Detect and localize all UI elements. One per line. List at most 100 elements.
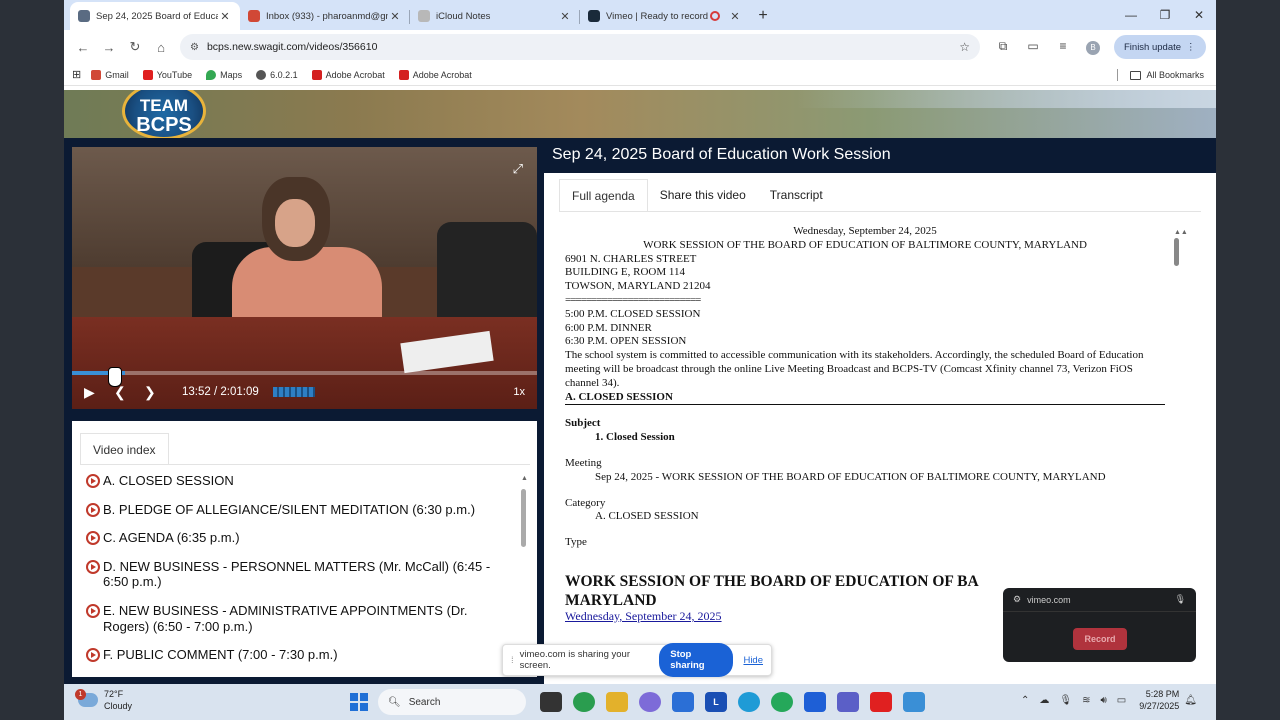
scrollbar-thumb[interactable] xyxy=(521,489,526,547)
video-time: 13:52 / 2:01:09 xyxy=(182,386,259,398)
volume-icon[interactable]: 🔊︎ xyxy=(1100,695,1106,706)
forward-arrow-icon[interactable]: → xyxy=(96,34,122,60)
agenda-rule: ========================== xyxy=(565,293,701,306)
cast-icon[interactable]: ▭ xyxy=(1018,39,1048,55)
bookmark-adobe-acrobat[interactable]: Adobe Acrobat xyxy=(311,69,385,80)
divider xyxy=(559,211,1201,212)
team-bcps-logo[interactable]: TEAM BCPS xyxy=(122,90,206,138)
recording-icon xyxy=(710,11,720,21)
tab-vimeo[interactable]: Vimeo | Ready to record ✕ xyxy=(580,2,750,30)
address-bar[interactable]: ⚙ bcps.new.swagit.com/videos/356610 ☆ xyxy=(180,34,980,60)
home-icon[interactable]: ⌂ xyxy=(148,34,174,60)
minimize-icon[interactable]: — xyxy=(1114,0,1148,30)
whatsapp-icon[interactable] xyxy=(771,692,793,712)
tab-board-of-education[interactable]: Sep 24, 2025 Board of Educatio ✕ xyxy=(70,2,240,30)
video-index-label: F. PUBLIC COMMENT (7:00 - 7:30 p.m.) xyxy=(103,647,338,663)
playback-speed-button[interactable]: 1x xyxy=(513,386,525,398)
agenda-section-heading: A. CLOSED SESSION xyxy=(565,391,1165,406)
taskbar-search[interactable]: 🔍︎ Search xyxy=(378,689,526,715)
scrollbar-thumb[interactable] xyxy=(1174,238,1179,266)
onedrive-icon[interactable]: ☁ xyxy=(1039,695,1049,706)
weather-widget[interactable]: 1 72°F Cloudy xyxy=(75,688,132,712)
apps-grid-icon[interactable]: ⊞ xyxy=(72,68,81,81)
skip-forward-icon[interactable]: ❯ xyxy=(144,384,174,401)
bookmark-star-icon[interactable]: ☆ xyxy=(959,40,970,54)
all-bookmarks-button[interactable]: All Bookmarks xyxy=(1117,69,1204,81)
video-player[interactable]: ⤢ ▶ ❮ ❯ 13:52 / 2:01:09 1x xyxy=(72,147,537,409)
bookmark-gmail[interactable]: Gmail xyxy=(91,69,129,80)
stop-sharing-button[interactable]: Stop sharing xyxy=(659,643,734,677)
tab-video-index[interactable]: Video index xyxy=(80,433,169,465)
site-info-icon[interactable]: ⚙ xyxy=(190,42,199,53)
hide-link[interactable]: Hide xyxy=(743,655,763,666)
file-explorer-icon[interactable] xyxy=(606,692,628,712)
chrome-icon[interactable] xyxy=(573,692,595,712)
bookmark-version[interactable]: 6.0.2.1 xyxy=(256,69,298,80)
task-view-icon[interactable] xyxy=(540,692,562,712)
dropbox-icon[interactable] xyxy=(804,692,826,712)
acrobat-icon xyxy=(311,69,322,80)
meeting-value: Sep 24, 2025 - WORK SESSION OF THE BOARD… xyxy=(595,470,1106,483)
battery-icon[interactable]: ▭ xyxy=(1117,695,1126,706)
gmail-icon xyxy=(91,69,102,80)
taskbar-clock[interactable]: 5:28 PM 9/27/2025 xyxy=(1139,688,1179,712)
new-tab-button[interactable]: + xyxy=(750,2,776,30)
close-icon[interactable]: ✕ xyxy=(558,10,572,23)
video-index-item[interactable]: D. NEW BUSINESS - PERSONNEL MATTERS (Mr.… xyxy=(86,559,516,590)
scroll-up-icon[interactable]: ▲ xyxy=(521,475,528,482)
scroll-up-icon[interactable]: ▲▲ xyxy=(1174,229,1188,236)
system-tray: ⌃ ☁ 🎙 ≋ 🔊︎ ▭ 5:28 PM 9/27/2025 🔔︎ xyxy=(1016,688,1202,712)
fullscreen-icon[interactable]: ⤢ xyxy=(513,161,523,177)
tab-icloud-notes[interactable]: iCloud Notes ✕ xyxy=(410,2,580,30)
video-index-item[interactable]: E. NEW BUSINESS - ADMINISTRATIVE APPOINT… xyxy=(86,603,516,634)
all-bookmarks-label: All Bookmarks xyxy=(1146,70,1204,80)
wifi-icon[interactable]: ≋ xyxy=(1082,695,1090,706)
close-window-icon[interactable]: ✕ xyxy=(1182,0,1216,30)
close-icon[interactable]: ✕ xyxy=(728,10,742,23)
reading-list-icon[interactable]: ≡ xyxy=(1048,39,1078,55)
reload-icon[interactable]: ↻ xyxy=(122,34,148,60)
bookmark-maps[interactable]: Maps xyxy=(206,69,242,80)
back-arrow-icon[interactable]: ← xyxy=(70,34,96,60)
youtube-icon[interactable] xyxy=(870,692,892,712)
site-settings-icon: ⚙ xyxy=(1013,594,1022,604)
drag-handle-icon[interactable]: ⁞ xyxy=(511,655,514,666)
profile-avatar[interactable]: B xyxy=(1078,39,1108,55)
tab-full-agenda[interactable]: Full agenda xyxy=(559,179,648,211)
video-index-item[interactable]: B. PLEDGE OF ALLEGIANCE/SILENT MEDITATIO… xyxy=(86,502,516,518)
windows-start-icon[interactable] xyxy=(350,693,368,711)
bookmark-label: YouTube xyxy=(156,69,193,80)
play-circle-icon xyxy=(86,502,100,517)
mouse-hand-cursor-icon xyxy=(108,367,122,387)
tab-share-this-video[interactable]: Share this video xyxy=(648,179,758,211)
agenda-heading: WORK SESSION OF THE BOARD OF EDUCATION O… xyxy=(643,238,1087,251)
tab-gmail-inbox[interactable]: Inbox (933) - pharoanmd@gma ✕ xyxy=(240,2,410,30)
bookmark-adobe-acrobat-2[interactable]: Adobe Acrobat xyxy=(398,69,472,80)
tab-transcript[interactable]: Transcript xyxy=(758,179,835,211)
close-icon[interactable]: ✕ xyxy=(388,10,402,23)
chevron-up-icon[interactable]: ⌃ xyxy=(1021,695,1029,706)
copilot-icon[interactable] xyxy=(639,692,661,712)
play-icon[interactable]: ▶ xyxy=(84,384,114,401)
video-index-scrollbar[interactable]: ▲ xyxy=(521,475,528,547)
bookmark-youtube[interactable]: YouTube xyxy=(142,69,193,80)
extensions-icon[interactable]: ⧉ xyxy=(988,39,1018,55)
finish-update-button[interactable]: Finish update ⋮ xyxy=(1114,35,1206,59)
close-icon[interactable]: ✕ xyxy=(218,10,232,23)
video-index-item[interactable]: F. PUBLIC COMMENT (7:00 - 7:30 p.m.) xyxy=(86,647,516,663)
video-index-label: A. CLOSED SESSION xyxy=(103,473,234,488)
microphone-icon: 🎙 xyxy=(1174,594,1186,604)
microphone-icon[interactable]: 🎙 xyxy=(1059,695,1072,706)
record-button[interactable]: Record xyxy=(1073,628,1127,650)
edge-icon[interactable] xyxy=(738,692,760,712)
notification-bell-icon[interactable]: 🔔︎ xyxy=(1184,695,1197,706)
video-index-item[interactable]: A. CLOSED SESSION xyxy=(86,473,516,489)
store-icon[interactable] xyxy=(672,692,694,712)
teams-icon[interactable] xyxy=(837,692,859,712)
video-index-item[interactable]: C. AGENDA (6:35 p.m.) xyxy=(86,530,516,546)
agenda-notice: The school system is committed to access… xyxy=(565,349,1144,389)
l-app-icon[interactable]: L xyxy=(705,692,727,712)
notepad-icon[interactable] xyxy=(903,692,925,712)
maximize-icon[interactable]: ❐ xyxy=(1148,0,1182,30)
agenda-scrollbar[interactable]: ▲▲ xyxy=(1174,229,1188,269)
